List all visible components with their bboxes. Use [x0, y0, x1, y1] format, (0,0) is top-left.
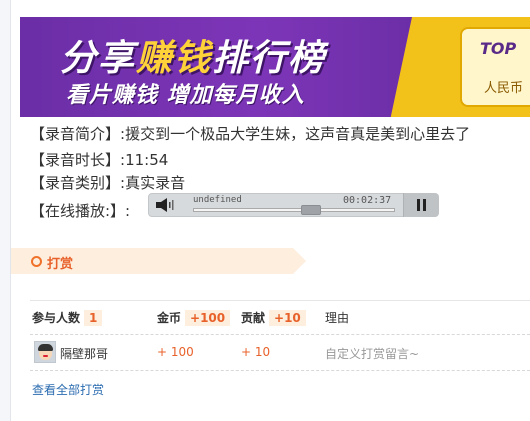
duration-value: 11:54 — [125, 151, 169, 169]
track-name: undefined — [193, 195, 242, 205]
banner-title: 分享赚钱排行榜 — [60, 29, 326, 81]
seek-track[interactable] — [193, 208, 395, 212]
reward-contribution: + 10 — [241, 345, 271, 359]
play-line: 【在线播放:】: — [30, 200, 130, 221]
row-divider — [30, 334, 530, 335]
banner-card-title: TOP — [480, 39, 517, 58]
pause-icon — [417, 199, 420, 211]
coins-total: +100 — [185, 310, 231, 326]
reward-coins: + 100 — [157, 345, 194, 359]
view-all-rewards-link[interactable]: 查看全部打赏 — [32, 381, 104, 398]
circle-icon — [31, 256, 42, 267]
banner-subtitle: 看片赚钱 增加每月收入 — [66, 83, 305, 108]
duration-label: 【录音时长】: — [30, 151, 126, 169]
play-label: 【在线播放:】: — [30, 202, 131, 220]
banner-title-part2: 排行榜 — [212, 38, 327, 79]
intro-value: 援交到一个极品大学生妹，这声音真是美到心里去了 — [125, 125, 471, 143]
reward-section-header: 打赏 — [11, 248, 306, 274]
reward-title: 打赏 — [47, 257, 74, 272]
participants-header: 参与人数 1 — [32, 309, 103, 326]
track-time: 00:02:37 — [343, 195, 392, 206]
participants-label: 参与人数 — [32, 311, 81, 325]
category-line: 【录音类别】:真实录音 — [30, 172, 185, 193]
audio-player: undefined 00:02:37 — [148, 193, 439, 217]
reason-header: 理由 — [325, 311, 350, 325]
banner-card-sub: 人民币 — [484, 81, 524, 96]
seek-thumb[interactable] — [301, 205, 321, 215]
category-value: 真实录音 — [125, 174, 186, 192]
coins-label: 金币 — [157, 311, 182, 325]
share-earn-banner[interactable]: 分享赚钱排行榜 看片赚钱 增加每月收入 TOP 人民币 — [20, 17, 530, 117]
banner-title-highlight: 赚钱 — [136, 38, 213, 79]
contribution-header: 贡献 +10 — [241, 309, 306, 326]
intro-line: 【录音简介】:援交到一个极品大学生妹，这声音真是美到心里去了 — [30, 123, 470, 144]
avatar-hair — [38, 344, 53, 351]
coins-header: 金币 +100 — [157, 309, 231, 326]
page: 分享赚钱排行榜 看片赚钱 增加每月收入 TOP 人民币 【录音简介】:援交到一个… — [0, 0, 530, 421]
row-divider — [30, 370, 530, 371]
avatar[interactable] — [34, 341, 56, 363]
pause-button[interactable] — [403, 193, 439, 217]
participants-count: 1 — [84, 310, 103, 326]
pause-icon-bar — [423, 199, 426, 211]
category-label: 【录音类别】: — [30, 174, 126, 192]
divider — [30, 300, 530, 301]
speaker-icon[interactable] — [155, 197, 177, 213]
duration-line: 【录音时长】:11:54 — [30, 149, 168, 170]
contribution-total: +10 — [269, 310, 306, 326]
reward-reason: 自定义打赏留言~ — [325, 347, 420, 361]
intro-label: 【录音简介】: — [30, 125, 126, 143]
avatar-mouth — [43, 355, 48, 357]
reward-user-name[interactable]: 隔壁那哥 — [60, 345, 108, 362]
contribution-label: 贡献 — [241, 311, 266, 325]
banner-title-part1: 分享 — [60, 38, 137, 79]
header-arrow — [293, 248, 306, 274]
